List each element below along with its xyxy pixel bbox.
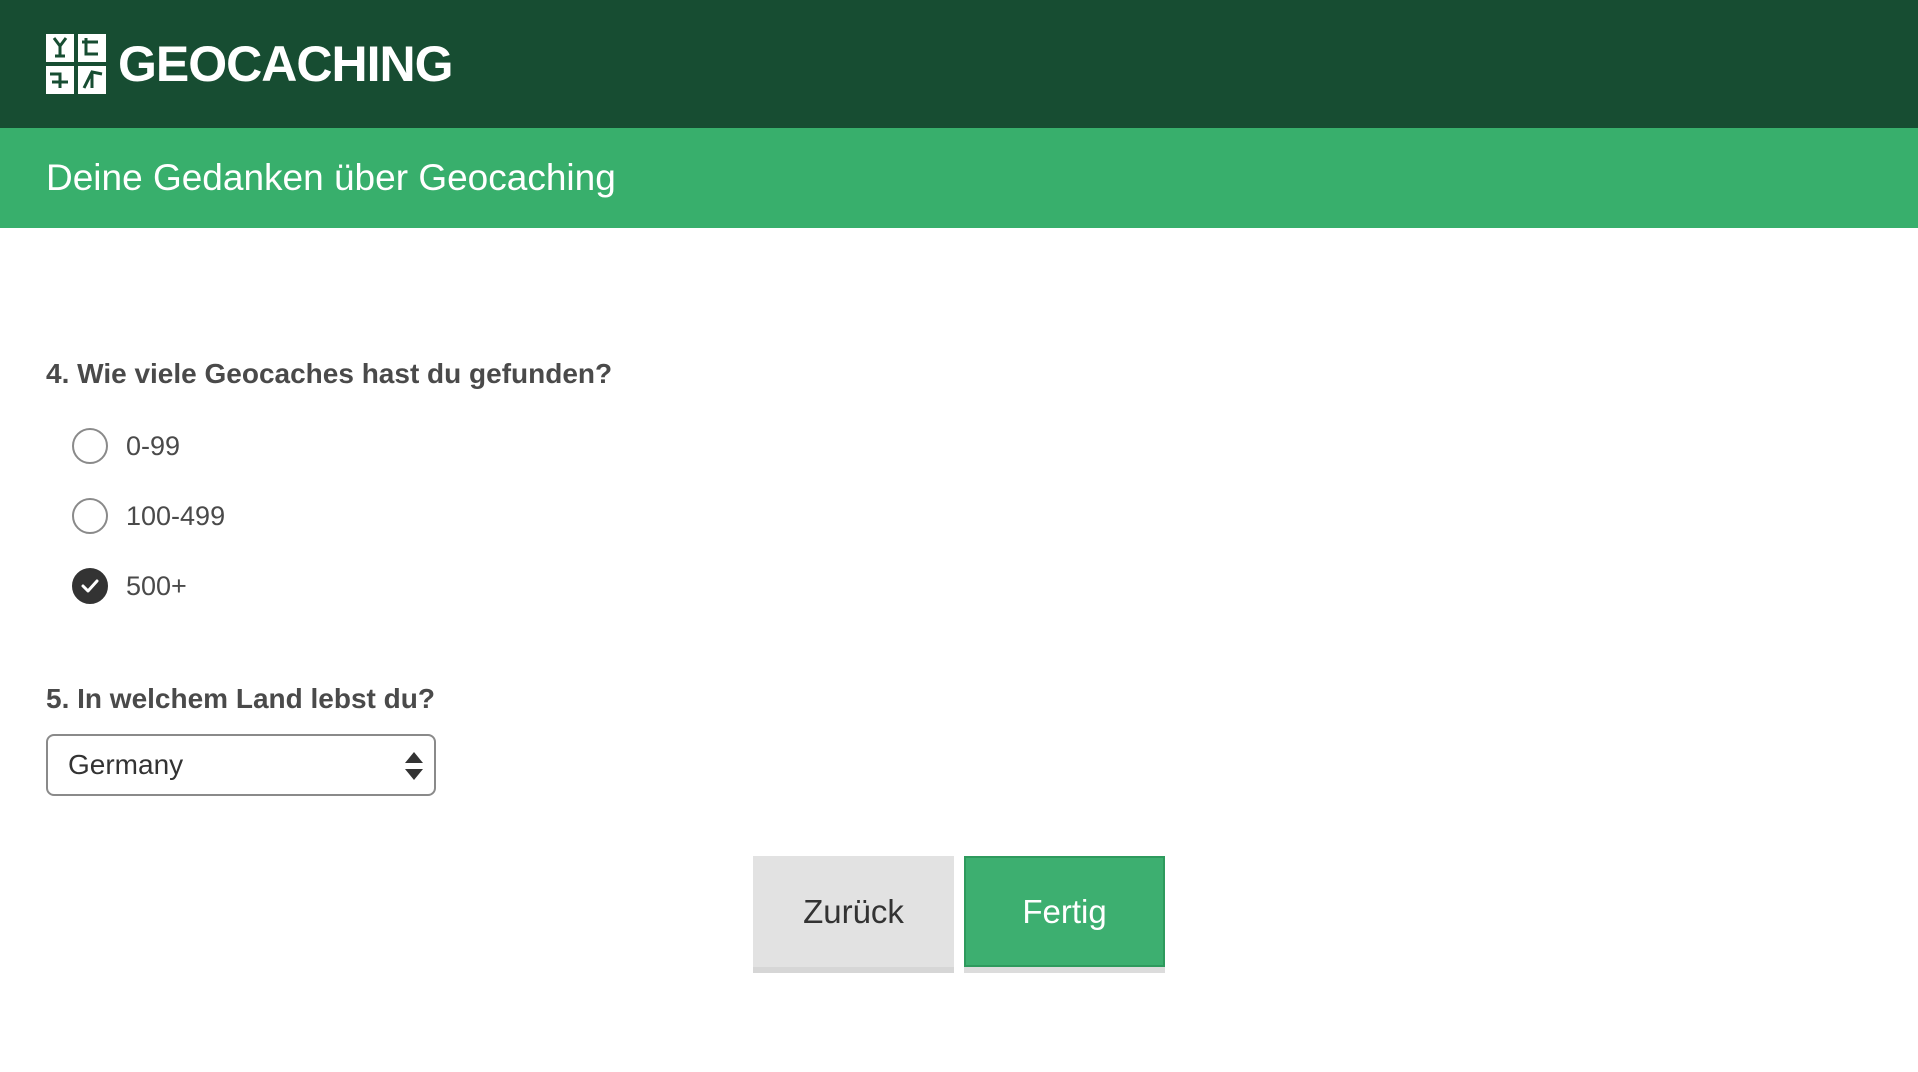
country-select-value: Germany xyxy=(68,749,184,780)
checkmark-icon xyxy=(81,579,99,593)
radio-button-checked[interactable] xyxy=(72,568,108,604)
form-actions: Zurück Fertig xyxy=(753,856,1165,967)
logo-wordmark: GEOCACHING xyxy=(118,36,453,92)
radio-option-label: 100-499 xyxy=(126,500,226,531)
radio-button-unchecked[interactable] xyxy=(72,428,108,464)
geocaching-logo-icon xyxy=(46,34,106,94)
question-4-options: 0-99 100-499 500+ xyxy=(72,426,225,636)
radio-option-100-499[interactable]: 100-499 xyxy=(72,496,225,536)
top-header: GEOCACHING xyxy=(0,0,1918,128)
question-4-label: 4. Wie viele Geocaches hast du gefunden? xyxy=(46,358,613,389)
page-title: Deine Gedanken über Geocaching xyxy=(46,157,616,198)
back-button[interactable]: Zurück xyxy=(753,856,954,967)
radio-option-label: 500+ xyxy=(126,570,187,601)
select-arrows-icon xyxy=(405,752,423,780)
done-button[interactable]: Fertig xyxy=(964,856,1165,967)
radio-button-unchecked[interactable] xyxy=(72,498,108,534)
geocaching-logo[interactable]: GEOCACHING xyxy=(46,34,453,94)
radio-option-0-99[interactable]: 0-99 xyxy=(72,426,225,466)
country-select[interactable]: Germany xyxy=(46,734,436,796)
survey-title-bar: Deine Gedanken über Geocaching xyxy=(0,128,1918,228)
question-5-label: 5. In welchem Land lebst du? xyxy=(46,683,435,714)
radio-option-label: 0-99 xyxy=(126,430,181,461)
radio-option-500-plus[interactable]: 500+ xyxy=(72,566,225,606)
